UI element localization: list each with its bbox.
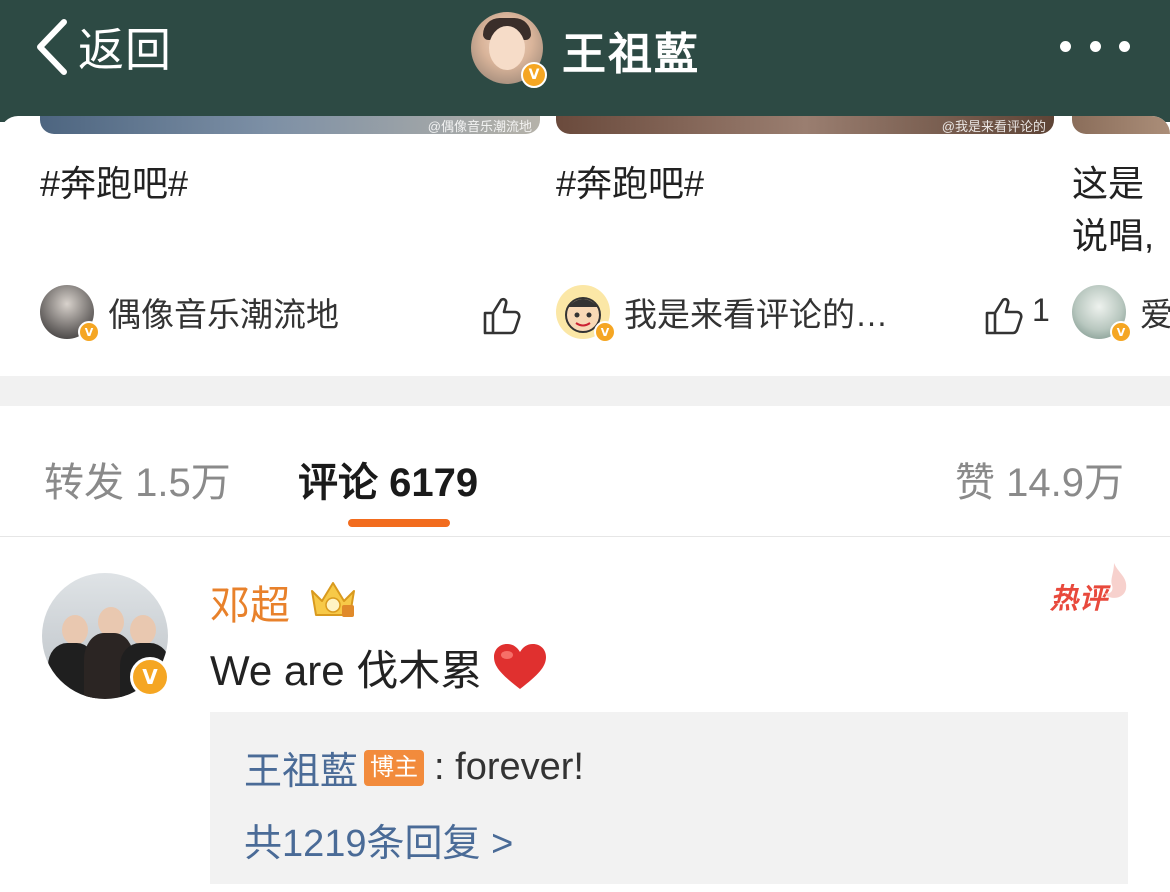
author-name: 偶像音乐潮流地 <box>108 296 339 333</box>
section-divider <box>0 376 1170 406</box>
card-text: #奔跑吧# <box>556 163 705 204</box>
top-nav-bar: 返回 V 王祖藍 <box>0 0 1170 122</box>
verified-badge-icon: V <box>594 321 616 343</box>
author-tag-badge: 博主 <box>364 749 425 786</box>
author-name: 爱 <box>1140 296 1170 333</box>
thumbs-up-icon[interactable] <box>984 296 1024 336</box>
verified-badge-icon: V <box>1110 321 1132 343</box>
active-tab-indicator <box>348 519 450 527</box>
tab-like[interactable]: 赞 14.9万 <box>955 450 1124 508</box>
card-image: @偶像音乐潮流地 <box>40 116 540 134</box>
reply-preview[interactable]: 王祖藍 博主 : forever! 共1219条回复 > <box>210 712 1128 884</box>
comment-body: We are 伐木累 <box>210 647 483 694</box>
view-replies-link[interactable]: 共1219条回复 > <box>244 812 513 867</box>
verified-badge-icon: V <box>521 62 547 88</box>
card-author: V 偶像音乐潮流地 <box>40 284 339 343</box>
profile-avatar[interactable]: V <box>471 12 547 88</box>
reply-text: : forever! <box>434 746 584 788</box>
card-author: V 爱 <box>1072 284 1170 343</box>
related-posts-carousel: @偶像音乐潮流地 #奔跑吧# V 偶像音乐潮流地 @我是来看评论的 #奔跑吧# <box>0 116 1170 376</box>
verified-badge-icon: V <box>130 657 170 697</box>
comment-text: We are 伐木累 <box>210 637 548 698</box>
more-dot-icon <box>1060 40 1071 52</box>
card-image: @我是来看评论的 <box>556 116 1054 134</box>
chevron-left-icon <box>37 19 67 75</box>
author-avatar[interactable]: V <box>556 285 616 343</box>
back-label: 返回 <box>78 24 172 76</box>
related-post-card[interactable]: 这是 说唱, V 爱 <box>1072 116 1170 376</box>
more-dot-icon <box>1119 40 1130 52</box>
reply-user[interactable]: 王祖藍 <box>244 740 358 795</box>
page-title[interactable]: 王祖藍 <box>562 18 700 82</box>
related-post-card[interactable]: @我是来看评论的 #奔跑吧# V 我是来看评论的… 1 <box>556 116 1056 376</box>
reply-line: 王祖藍 博主 : forever! <box>244 740 584 795</box>
card-author: V 我是来看评论的… <box>556 284 888 343</box>
author-avatar[interactable]: V <box>1072 285 1132 343</box>
card-text: 这是 说唱, <box>1072 163 1155 256</box>
flame-icon <box>1104 563 1127 598</box>
card-watermark: @偶像音乐潮流地 <box>427 119 532 134</box>
verified-badge-icon: V <box>78 321 100 343</box>
more-dot-icon <box>1089 40 1101 52</box>
comment-item: V 邓超 热评 We are 伐木累 王祖藍 博主 : forever! 共12… <box>0 537 1170 892</box>
post-stats-tabs: 转发 1.5万 评论 6179 赞 14.9万 <box>0 406 1170 537</box>
related-post-card[interactable]: @偶像音乐潮流地 #奔跑吧# V 偶像音乐潮流地 <box>40 116 540 376</box>
author-name: 我是来看评论的… <box>624 296 888 333</box>
tab-repost[interactable]: 转发 1.5万 <box>44 450 231 508</box>
like-count: 1 <box>1032 292 1050 328</box>
author-avatar[interactable]: V <box>40 285 100 343</box>
crown-badge-icon <box>311 582 355 617</box>
commenter-name[interactable]: 邓超 <box>210 573 290 631</box>
card-watermark: @我是来看评论的 <box>941 119 1046 134</box>
card-image <box>1072 116 1170 134</box>
heart-emoji-icon <box>494 643 547 689</box>
card-text: #奔跑吧# <box>40 163 189 204</box>
more-options-button[interactable] <box>1060 36 1130 56</box>
back-button[interactable]: 返回 <box>30 14 172 80</box>
thumbs-up-icon[interactable] <box>482 296 522 336</box>
tab-comment[interactable]: 评论 6179 <box>298 450 478 508</box>
